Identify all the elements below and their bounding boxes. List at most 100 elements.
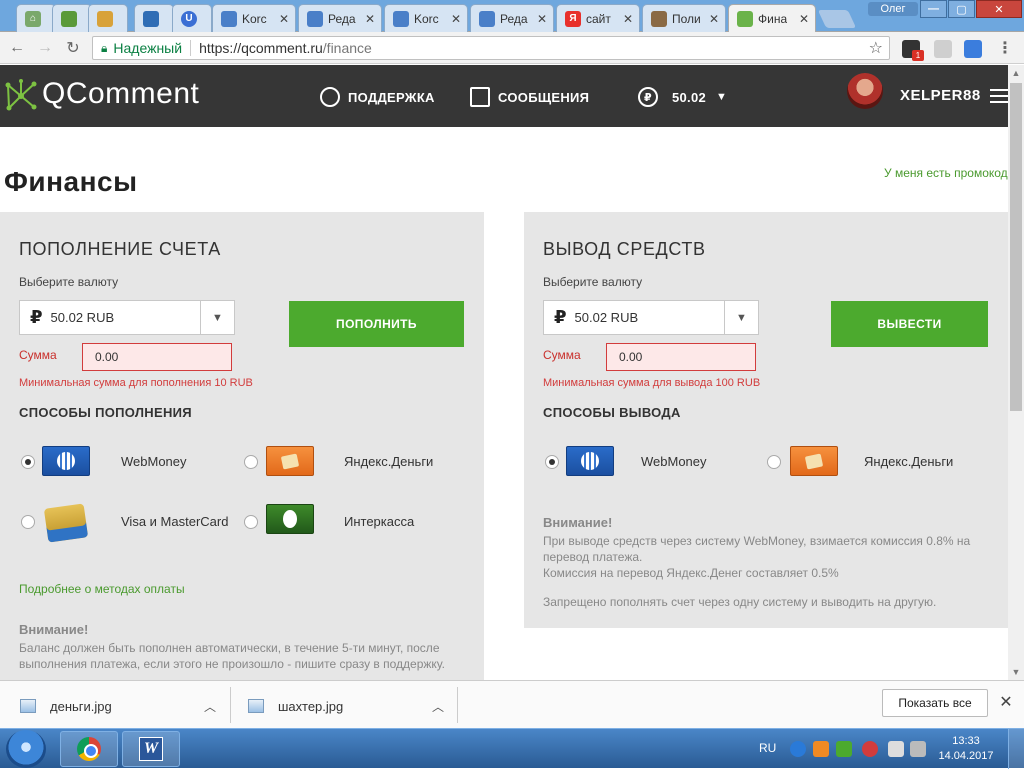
tab-6[interactable]: Реда ✕: [298, 4, 382, 32]
username[interactable]: XELPER88: [900, 87, 981, 104]
url-separator: [190, 40, 192, 56]
maximize-icon[interactable]: ▢: [948, 0, 975, 18]
currency-label: Выберите валюту: [19, 275, 119, 289]
tab-home[interactable]: ⌂: [16, 4, 56, 32]
tab-close-icon[interactable]: ✕: [797, 12, 809, 26]
site-logo[interactable]: QComment: [42, 77, 199, 111]
radio-interkassa[interactable]: [244, 515, 258, 529]
payment-methods-link[interactable]: Подробнее о методах оплаты: [19, 582, 185, 596]
scroll-down-icon[interactable]: ▼: [1008, 664, 1024, 680]
tab-close-icon[interactable]: ✕: [277, 12, 289, 26]
reload-icon[interactable]: ↻: [62, 38, 84, 58]
scroll-thumb[interactable]: [1010, 83, 1022, 411]
bookmark-star-icon[interactable]: ☆: [869, 38, 883, 58]
tab-7[interactable]: Korc ✕: [384, 4, 468, 32]
system-clock[interactable]: 13:33 14.04.2017: [936, 734, 996, 764]
tab-active-finance[interactable]: Фина ✕: [728, 4, 816, 33]
tray-flash-icon[interactable]: [862, 741, 878, 757]
sum-input[interactable]: 0.00: [606, 343, 756, 371]
webmoney-icon[interactable]: [566, 446, 614, 476]
start-button[interactable]: [6, 730, 46, 768]
yandex-money-icon[interactable]: [266, 446, 314, 476]
promo-code-link[interactable]: У меня есть промокод: [884, 166, 1008, 180]
webmoney-icon[interactable]: [42, 446, 90, 476]
withdraw-button[interactable]: ВЫВЕСТИ: [831, 301, 988, 347]
yandex-money-icon[interactable]: [790, 446, 838, 476]
tray-shield-icon[interactable]: [836, 741, 852, 757]
ruble-icon: ₽: [554, 307, 567, 327]
tray-flag-icon[interactable]: [888, 741, 904, 757]
back-arrow-icon[interactable]: ←: [6, 38, 28, 58]
nav-messages[interactable]: СООБЩЕНИЯ: [470, 87, 589, 107]
browser-menu-icon[interactable]: ⋮: [994, 38, 1016, 58]
balance-dropdown[interactable]: ₽ 50.02 ▼: [638, 87, 727, 107]
tab-8[interactable]: Реда ✕: [470, 4, 554, 32]
taskbar-word[interactable]: W: [122, 731, 180, 767]
scroll-up-icon[interactable]: ▲: [1008, 65, 1024, 81]
download-item[interactable]: деньги.jpg ︿: [20, 689, 216, 723]
tab-close-icon[interactable]: ✕: [363, 12, 375, 26]
tray-volume-icon[interactable]: [910, 741, 926, 757]
tab-close-icon[interactable]: ✕: [535, 12, 547, 26]
deposit-title: ПОПОЛНЕНИЕ СЧЕТА: [19, 239, 221, 259]
tray-app-icon[interactable]: [790, 741, 806, 757]
sum-input[interactable]: 0.00: [82, 343, 232, 371]
qcomment-icon: [737, 11, 753, 27]
profile-button[interactable]: Олег: [868, 2, 918, 16]
tab-4[interactable]: U: [172, 4, 212, 32]
language-indicator[interactable]: RU: [759, 741, 776, 755]
radio-yandex-money[interactable]: [244, 455, 258, 469]
translate-icon[interactable]: [964, 40, 982, 58]
tray-avast-icon[interactable]: [813, 741, 829, 757]
deposit-button[interactable]: ПОПОЛНИТЬ: [289, 301, 464, 347]
withdraw-panel: ВЫВОД СРЕДСТВ Выберите валюту ₽ 50.02 RU…: [524, 212, 1008, 628]
method-yandex-money: Яндекс.Деньги: [864, 454, 954, 469]
tab-close-icon[interactable]: ✕: [449, 12, 461, 26]
window-close-icon[interactable]: ✕: [976, 0, 1022, 18]
tab-2[interactable]: [88, 4, 128, 32]
chevron-down-icon[interactable]: ▼: [200, 301, 234, 334]
yandex-icon: Я: [565, 10, 581, 27]
chrome-icon: [77, 737, 101, 761]
radio-yandex-money[interactable]: [767, 455, 781, 469]
chevron-down-icon[interactable]: ▼: [724, 301, 758, 334]
menu-icon[interactable]: [990, 89, 1008, 103]
tab-close-icon[interactable]: ✕: [707, 12, 719, 26]
tab-9[interactable]: Я сайт ✕: [556, 4, 640, 32]
radio-visa-mastercard[interactable]: [21, 515, 35, 529]
avatar[interactable]: [847, 73, 883, 109]
radio-webmoney[interactable]: [545, 455, 559, 469]
tab-1[interactable]: [52, 4, 92, 32]
currency-select[interactable]: ₽ 50.02 RUB ▼: [19, 300, 235, 335]
extension-icon[interactable]: 1: [902, 40, 924, 61]
deposit-warning-text: Баланс должен быть пополнен автоматическ…: [19, 641, 445, 671]
close-icon[interactable]: ✕: [998, 694, 1014, 711]
chevron-up-icon[interactable]: ︿: [204, 698, 216, 715]
currency-select[interactable]: ₽ 50.02 RUB ▼: [543, 300, 759, 335]
tab-3[interactable]: [134, 4, 174, 32]
method-webmoney: WebMoney: [121, 454, 187, 469]
withdraw-methods-title: СПОСОБЫ ВЫВОДА: [543, 405, 681, 420]
download-item[interactable]: шахтер.jpg ︿: [248, 689, 444, 723]
minimize-icon[interactable]: —: [920, 0, 947, 18]
new-tab-button[interactable]: [817, 10, 857, 28]
tab-close-icon[interactable]: ✕: [621, 12, 633, 26]
address-bar[interactable]: 🔒︎ Надежный https://qcomment.ru/finance …: [92, 36, 890, 60]
extension-icon[interactable]: [934, 40, 952, 58]
show-all-downloads-button[interactable]: Показать все: [882, 689, 988, 717]
taskbar-chrome[interactable]: [60, 731, 118, 767]
method-webmoney: WebMoney: [641, 454, 707, 469]
nav-support[interactable]: ПОДДЕРЖКА: [320, 87, 435, 107]
forward-arrow-icon[interactable]: →: [34, 38, 56, 58]
browser-tab-strip: ⌂ U Korc ✕ Реда ✕ Korc ✕ Реда ✕ Я сайт ✕…: [0, 0, 1024, 33]
tab-5[interactable]: Korc ✕: [212, 4, 296, 32]
interkassa-icon[interactable]: [266, 504, 314, 534]
sum-label: Сумма: [543, 348, 581, 362]
chevron-up-icon[interactable]: ︿: [432, 698, 444, 715]
bank-card-icon[interactable]: [42, 502, 90, 544]
radio-webmoney[interactable]: [21, 455, 35, 469]
show-desktop-button[interactable]: [1008, 729, 1024, 769]
tab-10[interactable]: Поли ✕: [642, 4, 726, 32]
caret-down-icon: ▼: [716, 91, 728, 103]
page-scrollbar[interactable]: ▲ ▼: [1008, 65, 1024, 680]
